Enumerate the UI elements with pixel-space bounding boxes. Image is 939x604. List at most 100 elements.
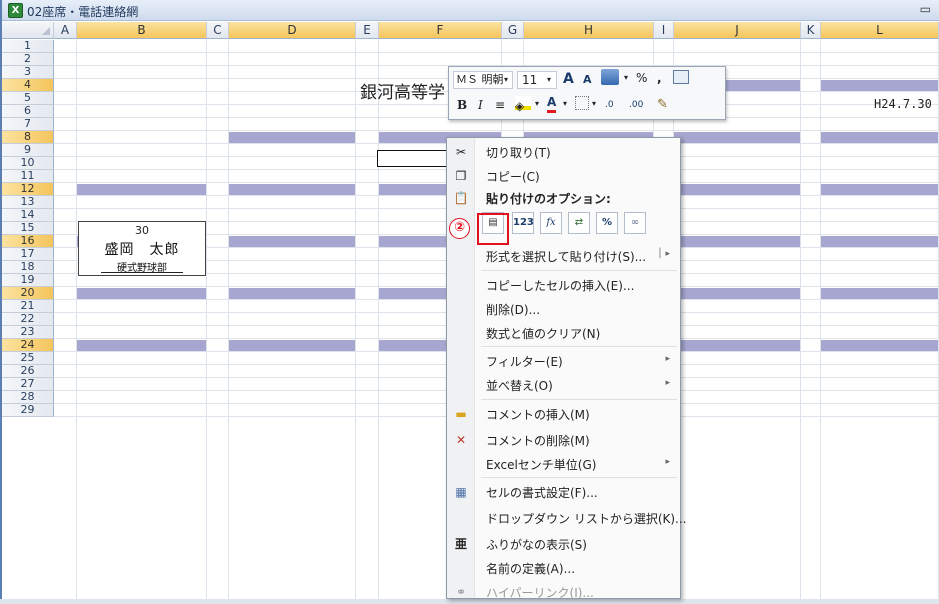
column-header-e[interactable]: E	[356, 22, 379, 39]
copy-icon: ❐	[455, 169, 467, 183]
paste-values-button[interactable]: 123	[512, 212, 534, 234]
paste-icon: 📋	[453, 191, 469, 205]
column-header-a[interactable]: A	[54, 22, 77, 39]
menu-item-label: ふりがなの表示(S)	[486, 538, 587, 552]
submenu-arrow-icon: ▸	[665, 457, 670, 467]
menu-item-label: 数式と値のクリア(N)	[486, 327, 601, 341]
chevron-down-icon: ▾	[547, 75, 552, 84]
font-name-dropdown[interactable]: ＭＳ 明朝 ▾	[453, 71, 513, 89]
paste-formatting-button[interactable]: %	[596, 212, 618, 234]
bold-button[interactable]: B	[457, 95, 467, 115]
shaded-band	[229, 340, 355, 351]
menu-separator	[481, 270, 677, 271]
paste-options-label: 貼り付けのオプション:	[486, 192, 611, 206]
column-header-h[interactable]: H	[524, 22, 654, 39]
menu-item-label: コピーしたセルの挿入(E)...	[486, 279, 635, 293]
menu-item-insert-copied[interactable]: コピーしたセルの挿入(E)...	[447, 273, 680, 297]
menu-item-delete-comment[interactable]: ✕ コメントの削除(M)	[447, 428, 680, 452]
increase-decimal-button[interactable]: .0	[605, 95, 614, 115]
menu-item-label: ハイパーリンク(I)...	[486, 586, 594, 600]
shaded-band	[821, 236, 938, 247]
menu-item-hyperlink[interactable]: ⚭ ハイパーリンク(I)...	[447, 580, 680, 604]
step-number-badge: ②	[449, 218, 470, 239]
decrease-decimal-button[interactable]: .00	[629, 95, 643, 115]
column-gridline	[820, 39, 821, 599]
row-header-29[interactable]: 29	[2, 404, 54, 417]
menu-item-sort[interactable]: 並べ替え(O) ▸	[447, 373, 680, 397]
column-header-d[interactable]: D	[229, 22, 356, 39]
select-all-corner[interactable]	[2, 22, 54, 39]
chevron-down-icon: ▾	[504, 75, 509, 84]
column-header-k[interactable]: K	[801, 22, 821, 39]
italic-button[interactable]: I	[478, 95, 483, 115]
paste-link-button[interactable]: ∞	[624, 212, 646, 234]
seat-number: 30	[135, 224, 149, 237]
seat-cell-box[interactable]: 30 盛岡 太郎 硬式野球部	[78, 221, 206, 276]
column-gridline	[800, 39, 801, 599]
shaded-band	[821, 132, 938, 143]
sheet-title-text: 銀河高等学	[360, 83, 445, 103]
row-gridline	[54, 130, 939, 131]
grow-font-button[interactable]: A	[563, 69, 574, 89]
chevron-down-icon: ▾	[592, 99, 597, 108]
paste-formulas-button[interactable]: fx	[540, 212, 562, 234]
menu-item-label: 名前の定義(A)...	[486, 562, 576, 576]
menu-item-format-cells[interactable]: ▦ セルの書式設定(F)...	[447, 480, 680, 504]
menu-item-cut[interactable]: ✂ 切り取り(T)	[447, 140, 680, 164]
student-name: 盛岡 太郎	[104, 242, 180, 258]
shaded-band	[229, 132, 355, 143]
font-name-value: ＭＳ 明朝	[456, 73, 504, 86]
column-gridline	[355, 39, 356, 599]
merge-center-icon[interactable]	[673, 70, 689, 84]
window-title: 02座席・電話連絡網	[27, 5, 139, 19]
minimize-button[interactable]: ▭	[920, 2, 931, 16]
menu-item-delete[interactable]: 削除(D)...	[447, 297, 680, 321]
paste-transpose-button[interactable]: ⇄	[568, 212, 590, 234]
column-header-c[interactable]: C	[207, 22, 229, 39]
menu-item-paste-special[interactable]: 形式を選択して貼り付け(S)... │ ▸	[447, 244, 680, 268]
menu-item-label: セルの書式設定(F)...	[486, 486, 598, 500]
delete-comment-icon: ✕	[455, 433, 467, 447]
shaded-band	[674, 288, 800, 299]
menu-item-clear[interactable]: 数式と値のクリア(N)	[447, 321, 680, 345]
format-painter-icon[interactable]: ✎	[657, 95, 668, 115]
hyperlink-icon: ⚭	[455, 585, 467, 599]
borders-icon[interactable]	[575, 96, 589, 110]
column-header-j[interactable]: J	[674, 22, 801, 39]
row-gridline	[54, 52, 939, 53]
comma-style-button[interactable]: ,	[657, 68, 662, 88]
fill-color-icon[interactable]: ◈	[515, 96, 531, 113]
shaded-band	[821, 288, 938, 299]
menu-item-label: フィルター(E)	[486, 355, 563, 369]
column-gridline	[206, 39, 207, 599]
menu-item-phonetic[interactable]: 亜 ふりがなの表示(S)	[447, 532, 680, 556]
align-center-icon[interactable]: ≡	[495, 95, 505, 115]
shaded-band	[674, 236, 800, 247]
shaded-band	[674, 132, 800, 143]
title-bar: X 02座席・電話連絡網 ▭	[2, 0, 939, 21]
shrink-font-button[interactable]: A	[583, 70, 592, 90]
menu-item-excel-cm[interactable]: Excelセンチ単位(G) ▸	[447, 452, 680, 476]
font-size-dropdown[interactable]: 11 ▾	[517, 71, 557, 89]
shaded-band	[674, 340, 800, 351]
font-color-button[interactable]: A	[547, 94, 557, 113]
percent-style-button[interactable]: %	[636, 68, 647, 88]
column-header-i[interactable]: I	[654, 22, 674, 39]
menu-item-label: コメントの削除(M)	[486, 434, 590, 448]
column-header-f[interactable]: F	[379, 22, 502, 39]
menu-item-insert-comment[interactable]: ▬ コメントの挿入(M)	[447, 402, 680, 426]
menu-item-copy[interactable]: ❐ コピー(C)	[447, 164, 680, 188]
menu-item-label: 並べ替え(O)	[486, 379, 553, 393]
menu-item-filter[interactable]: フィルター(E) ▸	[447, 349, 680, 373]
shaded-band	[77, 184, 206, 195]
shaded-band	[821, 184, 938, 195]
format-painter-style-icon[interactable]	[601, 69, 619, 85]
menu-item-label: ドロップダウン リストから選択(K)...	[486, 512, 687, 526]
menu-item-define-name[interactable]: 名前の定義(A)...	[447, 556, 680, 580]
column-header-l[interactable]: L	[821, 22, 939, 39]
column-header-b[interactable]: B	[77, 22, 207, 39]
menu-item-dropdown-pick[interactable]: ドロップダウン リストから選択(K)...	[447, 506, 687, 530]
column-header-g[interactable]: G	[502, 22, 524, 39]
submenu-arrow-icon: ▸	[665, 354, 670, 364]
mini-toolbar: ＭＳ 明朝 ▾ 11 ▾ A A ▾ % , B I ≡ ◈ ▾ A ▾ ▾ .…	[448, 66, 726, 120]
